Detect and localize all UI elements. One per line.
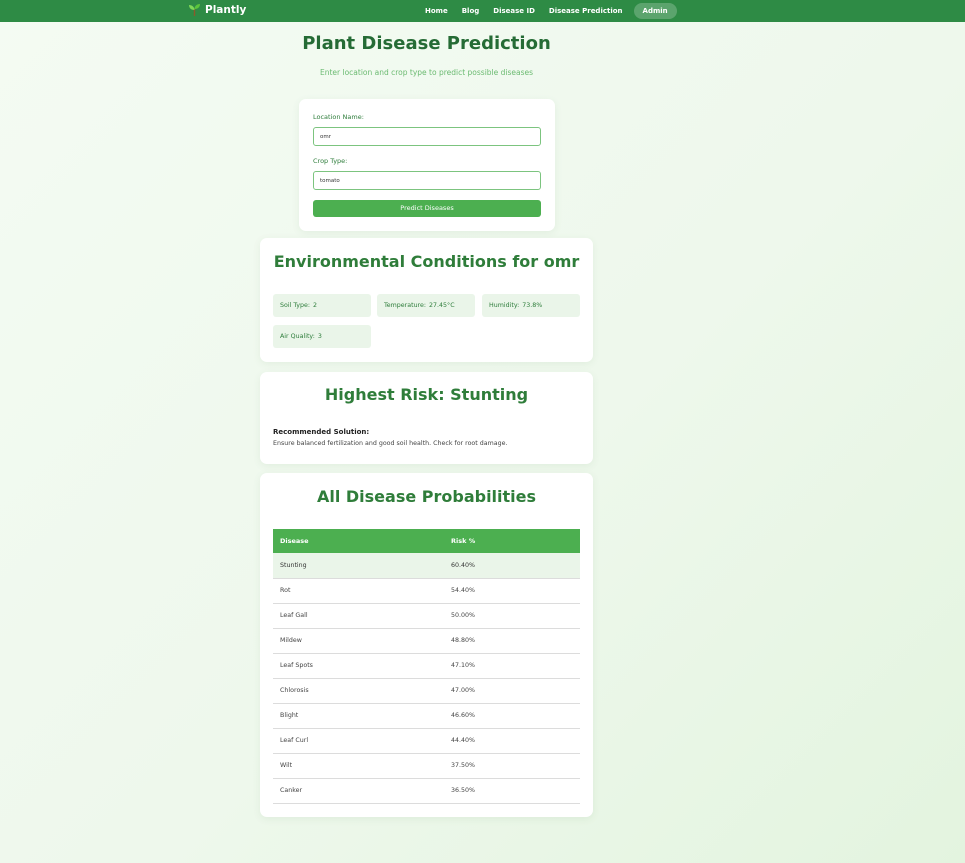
column-header-risk: Risk % bbox=[444, 529, 580, 553]
brand-name: Plantly bbox=[205, 4, 247, 16]
solution-label: Recommended Solution: bbox=[273, 428, 370, 436]
disease-cell: Rot bbox=[273, 578, 444, 604]
table-row: Chlorosis 47.00% bbox=[273, 678, 580, 704]
disease-cell: Leaf Curl bbox=[273, 728, 444, 754]
sprout-icon bbox=[189, 4, 200, 16]
probabilities-card: All Disease Probabilities Disease Risk %… bbox=[260, 473, 593, 817]
risk-cell: 50.00% bbox=[444, 603, 580, 629]
risk-cell: 46.60% bbox=[444, 703, 580, 729]
crop-input[interactable] bbox=[313, 171, 541, 190]
probabilities-table: Disease Risk % Stunting 60.40% Rot 54.40… bbox=[273, 529, 580, 804]
location-label: Location Name: bbox=[313, 113, 364, 121]
nav-link-disease-prediction[interactable]: Disease Prediction bbox=[542, 3, 630, 19]
table-row: Mildew 48.80% bbox=[273, 628, 580, 654]
nav-link-disease-id[interactable]: Disease ID bbox=[486, 3, 542, 19]
condition-soil-type: Soil Type: 2 bbox=[273, 294, 371, 317]
risk-cell: 37.50% bbox=[444, 753, 580, 779]
crop-label: Crop Type: bbox=[313, 157, 348, 165]
disease-cell: Canker bbox=[273, 778, 444, 804]
condition-value: 3 bbox=[317, 333, 322, 340]
disease-cell: Leaf Gall bbox=[273, 603, 444, 629]
condition-temperature: Temperature: 27.45°C bbox=[377, 294, 475, 317]
condition-label: Soil Type: bbox=[280, 302, 310, 309]
nav-link-home[interactable]: Home bbox=[418, 3, 455, 19]
location-input[interactable] bbox=[313, 127, 541, 146]
risk-cell: 47.00% bbox=[444, 678, 580, 704]
disease-cell: Stunting bbox=[273, 553, 444, 579]
probabilities-heading: All Disease Probabilities bbox=[316, 487, 537, 506]
disease-cell: Leaf Spots bbox=[273, 653, 444, 679]
table-row: Rot 54.40% bbox=[273, 578, 580, 604]
highest-risk-heading: Highest Risk: Stunting bbox=[324, 385, 529, 404]
condition-label: Humidity: bbox=[489, 302, 520, 309]
table-row: Stunting 60.40% bbox=[273, 553, 580, 579]
table-row: Canker 36.50% bbox=[273, 778, 580, 804]
table-row: Leaf Curl 44.40% bbox=[273, 728, 580, 754]
highest-risk-card: Highest Risk: Stunting Recommended Solut… bbox=[260, 372, 593, 464]
table-row: Leaf Spots 47.10% bbox=[273, 653, 580, 679]
disease-cell: Mildew bbox=[273, 628, 444, 654]
risk-cell: 47.10% bbox=[444, 653, 580, 679]
table-header-row: Disease Risk % bbox=[273, 529, 580, 553]
condition-label: Air Quality: bbox=[280, 333, 315, 340]
environment-heading: Environmental Conditions for omr bbox=[273, 252, 580, 271]
condition-humidity: Humidity: 73.8% bbox=[482, 294, 580, 317]
condition-value: 73.8% bbox=[522, 302, 543, 309]
risk-cell: 60.40% bbox=[444, 553, 580, 579]
prediction-form: Location Name: Crop Type: Predict Diseas… bbox=[299, 99, 555, 231]
environment-card: Environmental Conditions for omr Soil Ty… bbox=[260, 238, 593, 362]
disease-cell: Blight bbox=[273, 703, 444, 729]
condition-air-quality: Air Quality: 3 bbox=[273, 325, 371, 348]
condition-label: Temperature: bbox=[384, 302, 427, 309]
navbar: Plantly Home Blog Disease ID Disease Pre… bbox=[0, 0, 965, 22]
disease-cell: Wilt bbox=[273, 753, 444, 779]
condition-value: 2 bbox=[312, 302, 317, 309]
risk-cell: 36.50% bbox=[444, 778, 580, 804]
page-subtitle: Enter location and crop type to predict … bbox=[319, 68, 534, 77]
table-row: Wilt 37.50% bbox=[273, 753, 580, 779]
risk-cell: 44.40% bbox=[444, 728, 580, 754]
brand-logo[interactable]: Plantly bbox=[188, 3, 246, 17]
condition-value: 27.45°C bbox=[429, 302, 455, 309]
page-title: Plant Disease Prediction bbox=[302, 33, 551, 54]
table-row: Blight 46.60% bbox=[273, 703, 580, 729]
solution-text: Ensure balanced fertilization and good s… bbox=[273, 440, 508, 447]
nav-link-blog[interactable]: Blog bbox=[455, 3, 487, 19]
predict-button[interactable]: Predict Diseases bbox=[313, 200, 541, 217]
nav-link-admin[interactable]: Admin bbox=[633, 3, 677, 19]
risk-cell: 54.40% bbox=[444, 578, 580, 604]
column-header-disease: Disease bbox=[273, 529, 444, 553]
nav-links: Home Blog Disease ID Disease Prediction … bbox=[418, 0, 677, 22]
risk-cell: 48.80% bbox=[444, 628, 580, 654]
disease-cell: Chlorosis bbox=[273, 678, 444, 704]
table-row: Leaf Gall 50.00% bbox=[273, 603, 580, 629]
